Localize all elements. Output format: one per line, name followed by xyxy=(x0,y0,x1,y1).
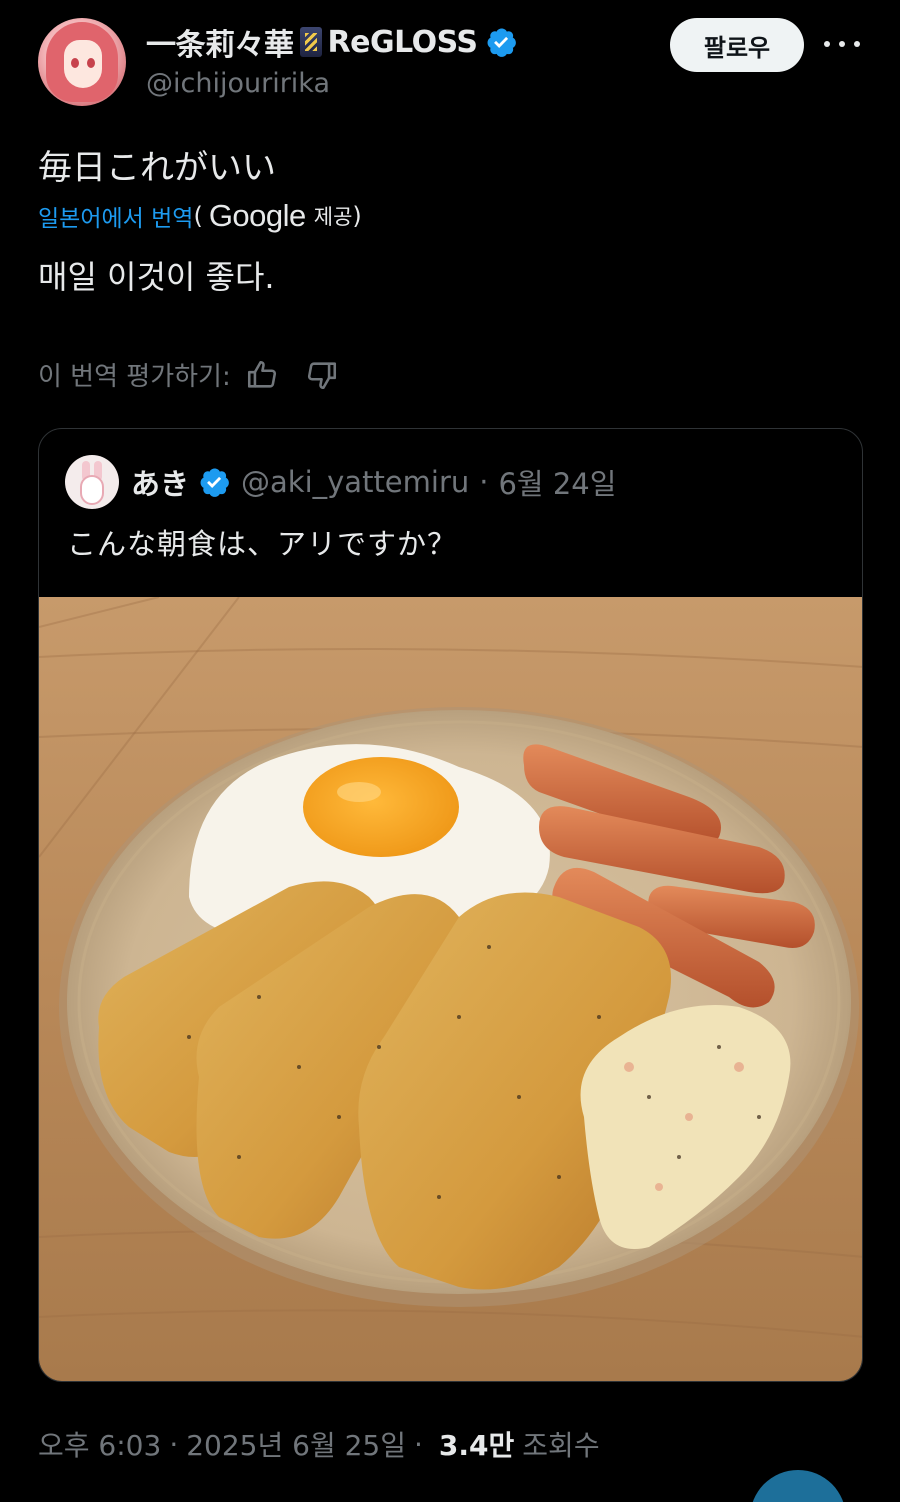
thumbs-down-icon[interactable] xyxy=(305,358,339,392)
google-logo: Google xyxy=(208,198,306,233)
views-label: 조회수 xyxy=(522,1429,600,1462)
rate-translation-label: 이 번역 평가하기: xyxy=(38,362,231,392)
quoted-tweet-header: あき @aki_yattemiru · 6월 24일 xyxy=(65,455,616,509)
verified-badge-icon xyxy=(200,468,229,497)
translate-paren-open: ( xyxy=(193,202,203,230)
quoted-separator: · xyxy=(479,465,489,499)
quoted-author-handle[interactable]: @aki_yattemiru xyxy=(241,465,469,499)
author-brand-name[interactable]: ReGLOSS xyxy=(328,25,479,60)
rate-translation: 이 번역 평가하기: xyxy=(38,356,339,393)
follow-button[interactable]: 팔로우 xyxy=(670,18,804,72)
compose-button[interactable] xyxy=(750,1470,846,1502)
tweet-date[interactable]: 2025년 6월 25일 xyxy=(186,1424,406,1464)
tweet-time[interactable]: 오후 6:03 xyxy=(38,1424,161,1464)
quoted-tweet-text: こんな朝食は、アリですか？ xyxy=(67,527,458,561)
quoted-author-avatar[interactable] xyxy=(65,455,119,509)
flag-emoji-icon xyxy=(299,27,322,57)
quoted-date[interactable]: 6월 24일 xyxy=(498,461,616,503)
tweet-meta: 오후 6:03 · 2025년 6월 25일 · 3.4만 조회수 xyxy=(38,1424,600,1464)
views-count: 3.4만 xyxy=(438,1429,515,1462)
meta-separator: · xyxy=(414,1427,423,1461)
author-name-row[interactable]: 一条莉々華 ReGLOSS xyxy=(146,20,518,64)
quoted-author-name[interactable]: あき xyxy=(131,461,189,503)
breakfast-photo[interactable] xyxy=(39,597,862,1381)
translate-link[interactable]: 일본어에서 번역 xyxy=(38,199,193,233)
translated-text: 매일 이것이 좋다. xyxy=(38,258,275,296)
verified-badge-icon xyxy=(487,28,516,57)
author-avatar[interactable] xyxy=(38,18,126,106)
author-display-name[interactable]: 一条莉々華 xyxy=(146,20,294,64)
tweet-text: 毎日これがいい xyxy=(38,148,276,188)
translate-paren-close: ) xyxy=(352,202,362,230)
quoted-tweet[interactable]: あき @aki_yattemiru · 6월 24일 こんな朝食は、アリですか？ xyxy=(38,428,863,1382)
tweet-header: 一条莉々華 ReGLOSS @ichijouririka 팔로우 xyxy=(38,18,868,108)
thumbs-up-icon[interactable] xyxy=(245,358,279,392)
translate-provided-label: 제공 xyxy=(313,205,353,229)
translation-info: 일본어에서 번역 ( Google 제공 ) xyxy=(38,198,362,234)
more-icon[interactable] xyxy=(824,32,860,56)
meta-separator: · xyxy=(169,1427,179,1461)
author-handle[interactable]: @ichijouririka xyxy=(146,68,330,99)
